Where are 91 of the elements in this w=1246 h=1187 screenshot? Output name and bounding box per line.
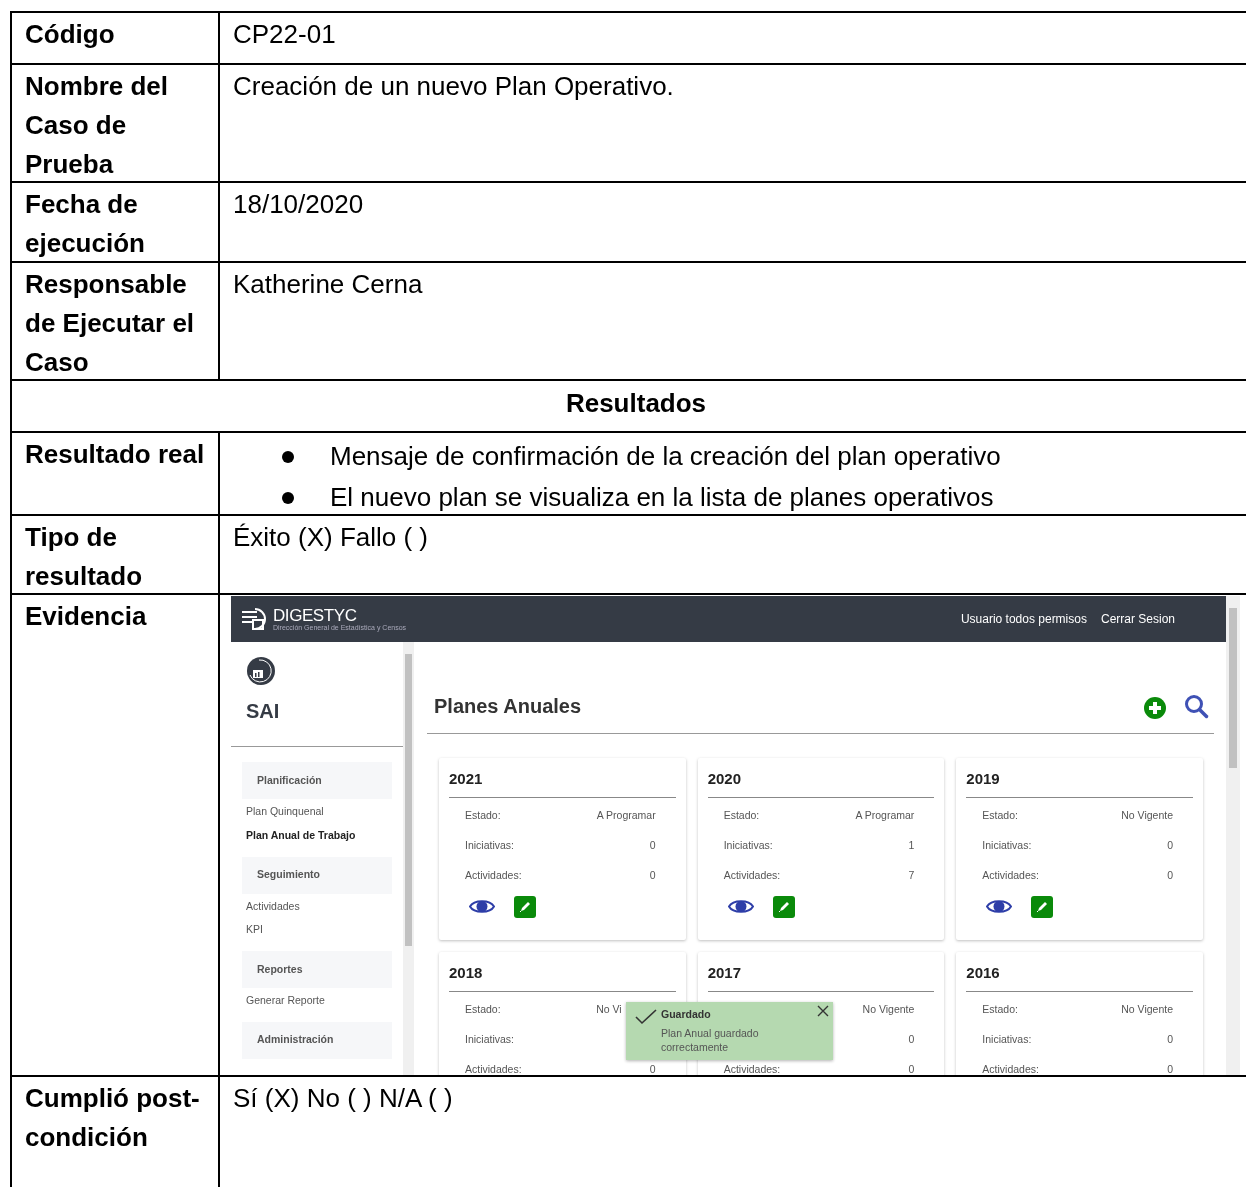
toast-message: Plan Anual guardado correctamente [661, 1025, 760, 1054]
section-title: Planificación [257, 772, 322, 788]
edit-button[interactable] [772, 895, 795, 918]
pencil-icon [518, 899, 532, 914]
list-item-text: Mensaje de confirmación de la creación del plan operativo [330, 440, 1001, 473]
sidebar-section-header[interactable]: Administración [242, 1021, 392, 1059]
row-label: Estado: [465, 807, 501, 823]
field-value: Katherine Cerna [233, 268, 424, 301]
field-value: 18/10/2020 [233, 188, 365, 221]
row-label: Estado: [982, 807, 1018, 823]
bullet-icon [282, 491, 294, 504]
row-value: No Vigente [1121, 1001, 1173, 1017]
row-label: Actividades: [723, 867, 781, 883]
row-label: Iniciativas: [465, 837, 515, 853]
row-value: A Programar [855, 807, 915, 823]
app-logo-icon [246, 656, 276, 686]
row-label: Estado: [982, 1001, 1018, 1017]
section-title: Seguimiento [257, 867, 320, 883]
pencil-icon [1035, 899, 1050, 914]
row-label: Estado: [723, 807, 760, 823]
card-year: 2016 [966, 962, 1193, 992]
field-label: Cumplió post- condición [25, 1082, 201, 1154]
row-value: 7 [908, 867, 915, 883]
card-year: 2020 [707, 768, 935, 798]
row-value: 0 [1167, 837, 1173, 853]
field-label: Nombre del Caso de Prueba [25, 70, 170, 181]
row-label: Estado: [465, 1001, 501, 1017]
card-year: 2018 [449, 962, 676, 992]
row-value: A Programar [596, 807, 656, 823]
view-button[interactable] [469, 898, 495, 915]
row-value: 0 [649, 867, 656, 883]
field-value: Creación de un nuevo Plan Operativo. [233, 70, 675, 103]
sidebar-section-header[interactable]: Reportes [242, 951, 392, 988]
row-label: Actividades: [982, 1061, 1039, 1075]
section-heading: Resultados [565, 387, 707, 420]
sidebar-item[interactable]: Plan Quinquenal [246, 804, 324, 820]
sidebar-item[interactable]: Generar Reporte [246, 993, 325, 1009]
row-label: Actividades: [982, 867, 1039, 883]
row-label: Iniciativas: [982, 837, 1032, 853]
sidebar-item[interactable]: KPI [246, 922, 263, 938]
sidebar-item[interactable]: Plan Anual de Trabajo [246, 827, 356, 844]
row-label: Actividades: [465, 867, 522, 883]
section-title: Administración [257, 1032, 334, 1048]
edit-button[interactable] [514, 895, 536, 918]
row-value: 0 [1167, 867, 1173, 883]
field-value: Sí (X) No ( ) N/A ( ) [233, 1082, 454, 1115]
field-label: Evidencia [25, 600, 148, 633]
view-button[interactable] [986, 898, 1013, 915]
logout-link[interactable]: Cerrar Sesion [1100, 610, 1175, 628]
row-value: No Vi [596, 1001, 622, 1017]
card-year: 2019 [966, 768, 1193, 798]
row-label: Iniciativas: [982, 1031, 1032, 1047]
row-value: No Vigente [862, 1001, 915, 1017]
row-value: 0 [1167, 1061, 1173, 1075]
field-label: Resultado real [25, 438, 206, 471]
card-year: 2021 [449, 768, 676, 798]
app-brand: SAI [246, 699, 280, 724]
field-label: Tipo de resultado [25, 521, 144, 593]
logo-text: DIGESTYC [273, 607, 358, 624]
field-label: Fecha de ejecución [25, 188, 146, 260]
field-label: Código [25, 18, 116, 51]
row-value: 0 [649, 837, 656, 853]
sidebar-section-header[interactable]: Seguimiento [242, 856, 392, 894]
row-label: Actividades: [465, 1061, 522, 1075]
add-button[interactable] [1144, 697, 1166, 719]
row-label: Iniciativas: [723, 837, 773, 853]
row-label: Actividades: [723, 1061, 781, 1075]
search-button[interactable] [1184, 694, 1209, 719]
row-value: 0 [649, 1061, 656, 1075]
field-value: CP22-01 [233, 18, 337, 51]
row-value: 0 [1167, 1031, 1173, 1047]
row-value: 1 [908, 837, 915, 853]
toast-title: Guardado [661, 1007, 711, 1022]
list-item-text: El nuevo plan se visualiza en la lista de planes operativos [330, 481, 994, 514]
card-year: 2017 [707, 962, 935, 992]
row-value: 0 [908, 1061, 915, 1075]
check-icon [635, 1009, 657, 1025]
page-title: Planes Anuales [434, 694, 582, 719]
edit-button[interactable] [1031, 895, 1054, 918]
user-link[interactable]: Usuario todos permisos [960, 610, 1087, 628]
field-value: Éxito (X) Fallo ( ) [233, 521, 430, 554]
sidebar-item[interactable]: Actividades [246, 898, 300, 915]
row-value: No Vigente [1121, 807, 1173, 823]
bullet-icon [282, 450, 294, 463]
sidebar-section-header[interactable]: Planificación [242, 762, 392, 799]
row-label: Iniciativas: [465, 1031, 515, 1047]
field-label: Responsable de Ejecutar el Caso [25, 268, 196, 379]
close-button[interactable] [816, 1004, 830, 1018]
view-button[interactable] [727, 898, 754, 915]
section-title: Reportes [257, 961, 303, 977]
row-value: 0 [908, 1031, 915, 1047]
